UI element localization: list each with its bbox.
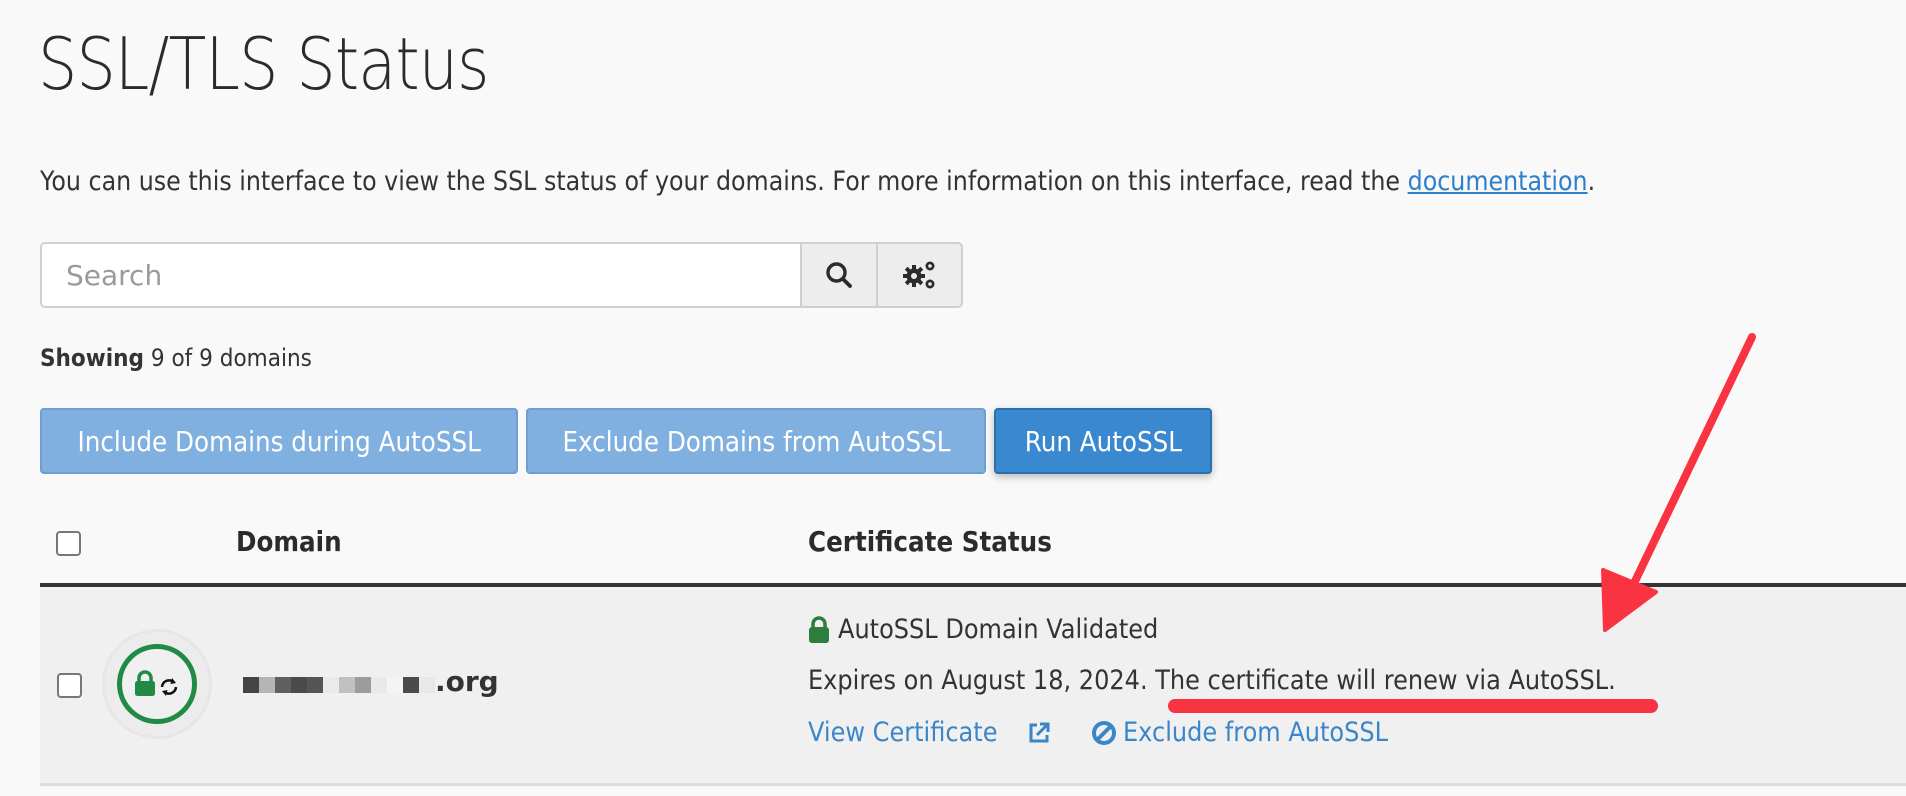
column-header-domain[interactable]: Domain xyxy=(236,525,356,558)
exclude-from-autossl-link[interactable]: Exclude from AutoSSL xyxy=(1091,717,1421,748)
table-header: Domain Certificate Status xyxy=(40,515,1906,585)
view-certificate-link[interactable]: View Certificate xyxy=(808,717,1051,748)
certificate-expiry: Expires on August 18, 2024. The certific… xyxy=(808,665,1616,696)
status-badge xyxy=(117,644,197,724)
autossl-actions: Include Domains during AutoSSL Exclude D… xyxy=(40,408,1212,474)
row-checkbox[interactable] xyxy=(57,673,82,698)
external-link-icon xyxy=(1029,722,1050,742)
redacted-domain xyxy=(243,677,435,693)
select-all-checkbox[interactable] xyxy=(56,531,81,556)
search-settings-button[interactable] xyxy=(878,242,963,308)
table-row: .org AutoSSL Domain Validated Expires on… xyxy=(40,587,1906,786)
row-actions: View Certificate Exclude from AutoSSL xyxy=(808,717,1421,748)
column-header-certificate-status[interactable]: Certificate Status xyxy=(808,525,1085,558)
page-title: SSL/TLS Status xyxy=(38,22,489,106)
lock-icon xyxy=(809,615,829,643)
exclude-domains-button[interactable]: Exclude Domains from AutoSSL xyxy=(526,408,986,474)
gears-icon xyxy=(902,261,934,289)
lock-sync-icon xyxy=(135,670,178,696)
run-autossl-button[interactable]: Run AutoSSL xyxy=(994,408,1212,474)
search-button[interactable] xyxy=(800,242,878,308)
search-input[interactable] xyxy=(40,242,800,308)
domain-suffix: .org xyxy=(435,665,499,698)
certificate-status-title: AutoSSL Domain Validated xyxy=(808,614,1198,645)
description-text: You can use this interface to view the S… xyxy=(40,166,1408,197)
results-summary: Showing 9 of 9 domains xyxy=(40,344,312,372)
documentation-link[interactable]: documentation xyxy=(1408,166,1588,197)
search-group xyxy=(40,242,963,308)
include-domains-button[interactable]: Include Domains during AutoSSL xyxy=(40,408,518,474)
ban-icon xyxy=(1091,720,1116,745)
domain-name: .org xyxy=(243,665,499,699)
page-description: You can use this interface to view the S… xyxy=(40,166,1596,197)
search-icon xyxy=(826,262,852,288)
